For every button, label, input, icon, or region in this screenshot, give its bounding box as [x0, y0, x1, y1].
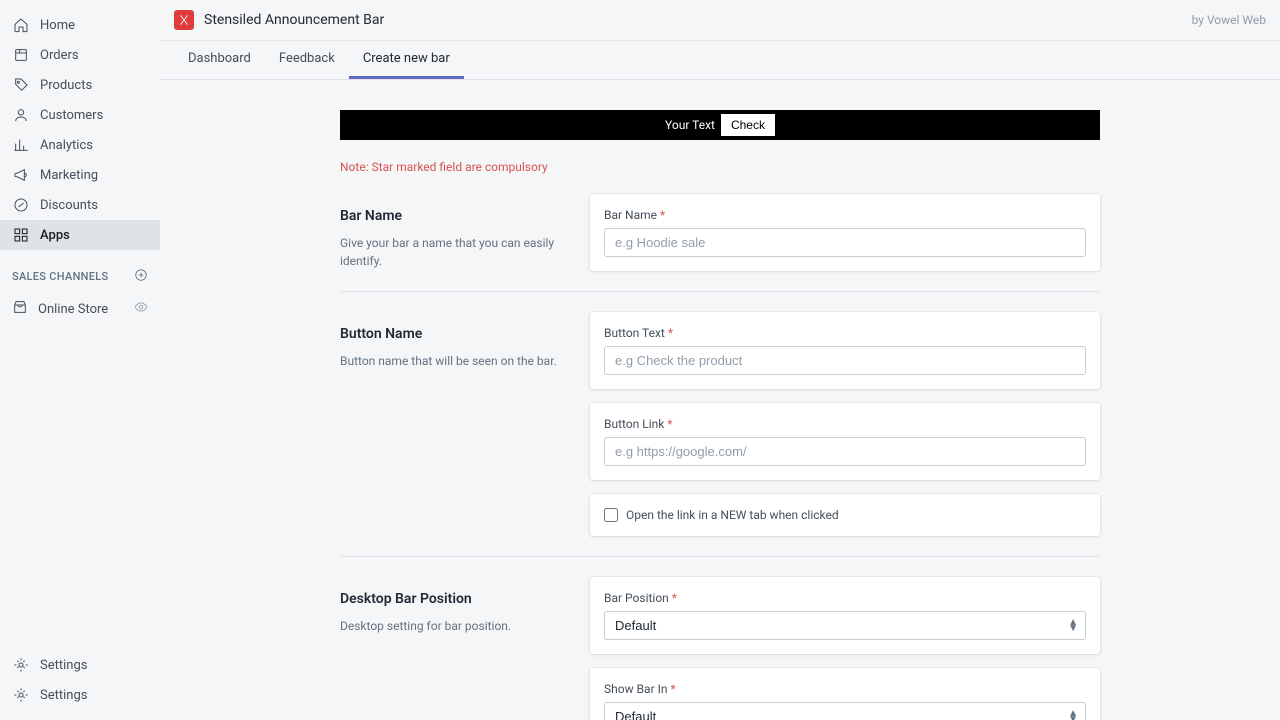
new-tab-checkbox[interactable] [604, 508, 618, 522]
nav-label: Home [40, 18, 75, 33]
card-show-bar-in: Show Bar In * Default ▲▼ [590, 668, 1100, 720]
channel-online-store[interactable]: Online Store [0, 293, 160, 325]
tab-create-new-bar[interactable]: Create new bar [349, 41, 464, 79]
nav-label: Analytics [40, 138, 93, 153]
nav-analytics[interactable]: Analytics [0, 130, 160, 160]
nav-label: Settings [40, 658, 87, 673]
gear-icon [12, 686, 30, 704]
topbar: Stensiled Announcement Bar by Vowel Web [160, 0, 1280, 41]
analytics-icon [12, 136, 30, 154]
button-link-label: Button Link * [604, 417, 1086, 431]
sales-channels-header: SALES CHANNELS [0, 260, 160, 293]
card-new-tab: Open the link in a NEW tab when clicked [590, 494, 1100, 536]
card-button-link: Button Link * [590, 403, 1100, 480]
card-button-text: Button Text * [590, 312, 1100, 389]
nav-label: Apps [40, 228, 70, 243]
app-title: Stensiled Announcement Bar [204, 12, 1192, 28]
show-bar-label: Show Bar In * [604, 682, 1086, 696]
nav-settings-2[interactable]: Settings [0, 680, 160, 710]
store-icon [12, 299, 28, 319]
section-title: Button Name [340, 326, 570, 342]
nav-discounts[interactable]: Discounts [0, 190, 160, 220]
bar-position-select[interactable]: Default [604, 611, 1086, 640]
nav-orders[interactable]: Orders [0, 40, 160, 70]
nav-apps[interactable]: Apps [0, 220, 160, 250]
show-bar-select[interactable]: Default [604, 702, 1086, 720]
tab-dashboard[interactable]: Dashboard [174, 41, 265, 79]
person-icon [12, 106, 30, 124]
tabs: Dashboard Feedback Create new bar [160, 41, 1280, 80]
sidebar: Home Orders Products Customers Analytics… [0, 0, 160, 720]
app-logo [174, 10, 194, 30]
discount-icon [12, 196, 30, 214]
nav-label: Marketing [40, 168, 98, 183]
megaphone-icon [12, 166, 30, 184]
compulsory-note: Note: Star marked field are compulsory [340, 160, 1100, 174]
nav-marketing[interactable]: Marketing [0, 160, 160, 190]
nav-label: Customers [40, 108, 103, 123]
section-bar-name: Bar Name Give your bar a name that you c… [340, 194, 1100, 292]
nav-label: Orders [40, 48, 79, 63]
bar-name-label: Bar Name * [604, 208, 1086, 222]
orders-icon [12, 46, 30, 64]
section-desc: Button name that will be seen on the bar… [340, 352, 570, 370]
section-title: Bar Name [340, 208, 570, 224]
preview-check-button[interactable]: Check [721, 114, 775, 136]
new-tab-label: Open the link in a NEW tab when clicked [626, 508, 839, 522]
add-channel-icon[interactable] [134, 268, 148, 285]
gear-icon [12, 656, 30, 674]
nav-settings-1[interactable]: Settings [0, 650, 160, 680]
nav-label: Discounts [40, 198, 98, 213]
section-label: SALES CHANNELS [12, 270, 109, 283]
nav-customers[interactable]: Customers [0, 100, 160, 130]
button-text-label: Button Text * [604, 326, 1086, 340]
nav-home[interactable]: Home [0, 10, 160, 40]
apps-icon [12, 226, 30, 244]
section-desktop-position: Desktop Bar Position Desktop setting for… [340, 577, 1100, 720]
button-link-input[interactable] [604, 437, 1086, 466]
tab-feedback[interactable]: Feedback [265, 41, 349, 79]
button-text-input[interactable] [604, 346, 1086, 375]
content: Your Text Check Note: Star marked field … [160, 80, 1280, 720]
section-desc: Desktop setting for bar position. [340, 617, 570, 635]
card-bar-position: Bar Position * Default ▲▼ [590, 577, 1100, 654]
bar-position-label: Bar Position * [604, 591, 1086, 605]
nav-products[interactable]: Products [0, 70, 160, 100]
vendor-label: by Vowel Web [1192, 13, 1266, 27]
section-button-name: Button Name Button name that will be see… [340, 312, 1100, 557]
card-bar-name: Bar Name * [590, 194, 1100, 271]
home-icon [12, 16, 30, 34]
nav-label: Products [40, 78, 92, 93]
nav-label: Settings [40, 688, 87, 703]
section-desc: Give your bar a name that you can easily… [340, 234, 570, 270]
section-title: Desktop Bar Position [340, 591, 570, 607]
tag-icon [12, 76, 30, 94]
main: Stensiled Announcement Bar by Vowel Web … [160, 0, 1280, 720]
preview-bar: Your Text Check [340, 110, 1100, 140]
channel-label: Online Store [38, 302, 108, 317]
preview-text: Your Text [665, 118, 715, 132]
eye-icon[interactable] [134, 300, 148, 318]
bar-name-input[interactable] [604, 228, 1086, 257]
